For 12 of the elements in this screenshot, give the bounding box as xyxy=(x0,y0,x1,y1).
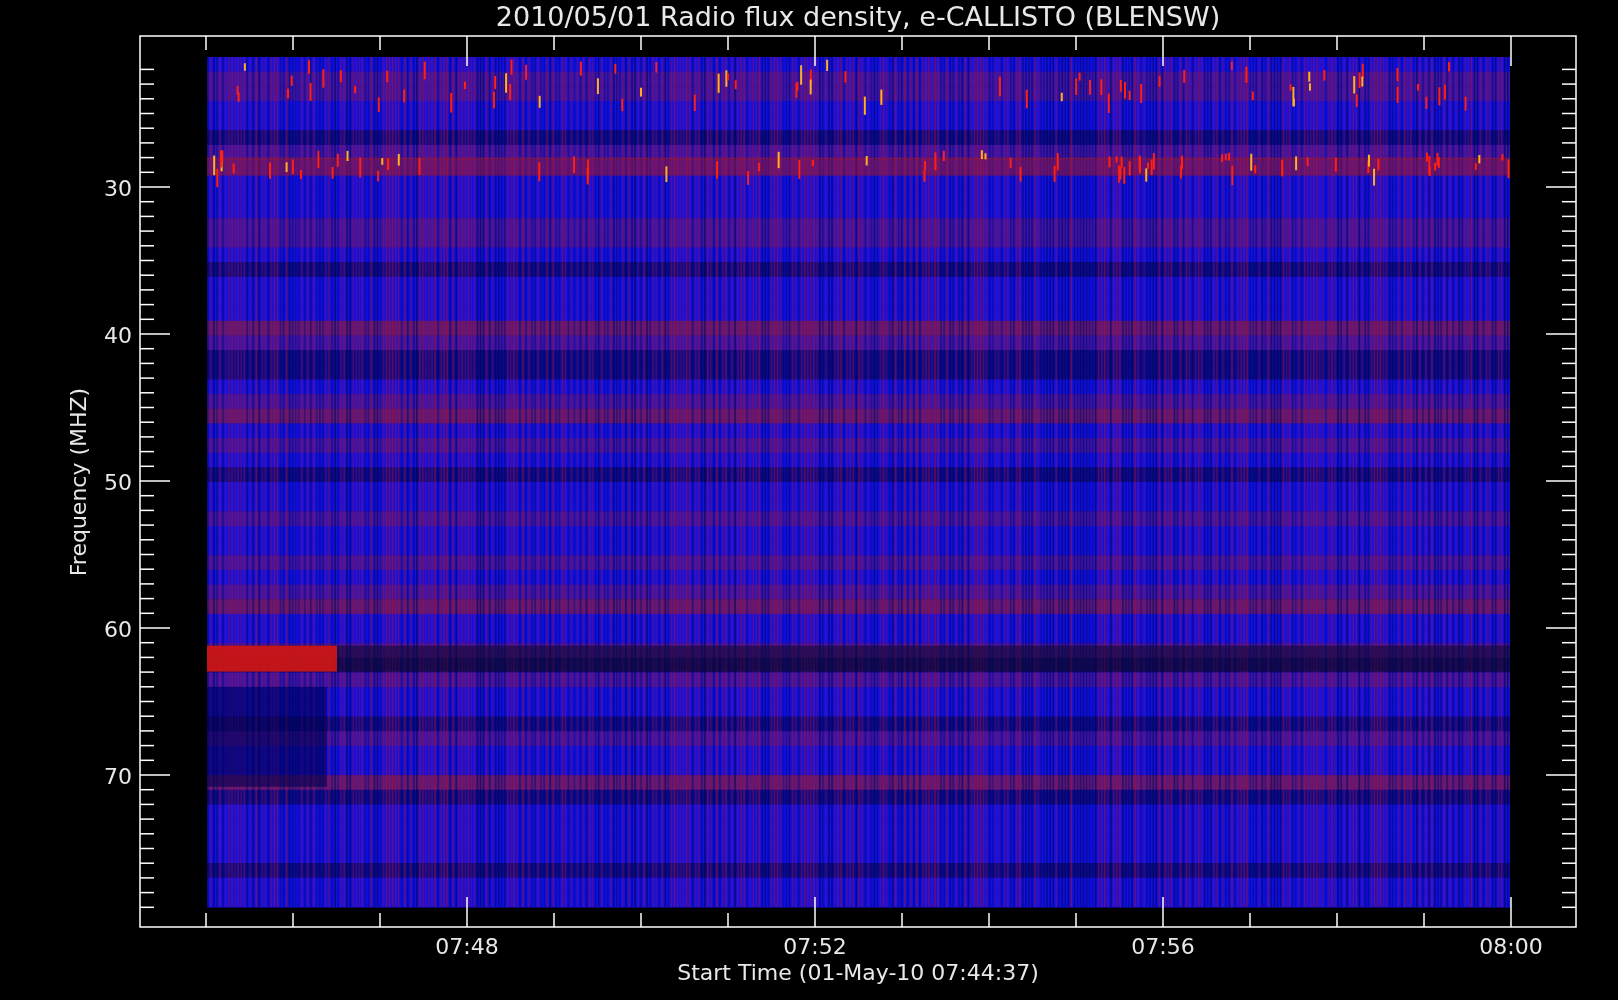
y-tick-label: 30 xyxy=(104,176,132,201)
y-tick-label: 70 xyxy=(104,764,132,789)
x-axis-label: Start Time (01-May-10 07:44:37) xyxy=(677,960,1039,985)
y-tick-label: 60 xyxy=(104,617,132,642)
y-tick-label: 40 xyxy=(104,323,132,348)
chart-title: 2010/05/01 Radio flux density, e-CALLISTO (BLENSW) xyxy=(495,1,1221,32)
x-tick-label: 07:56 xyxy=(1131,934,1195,959)
x-tick-label: 08:00 xyxy=(1479,934,1543,959)
x-tick-label: 07:48 xyxy=(435,934,499,959)
x-tick-label: 07:52 xyxy=(783,934,847,959)
y-axis-label: Frequency (MHZ) xyxy=(66,387,91,577)
y-tick-label: 50 xyxy=(104,470,132,495)
